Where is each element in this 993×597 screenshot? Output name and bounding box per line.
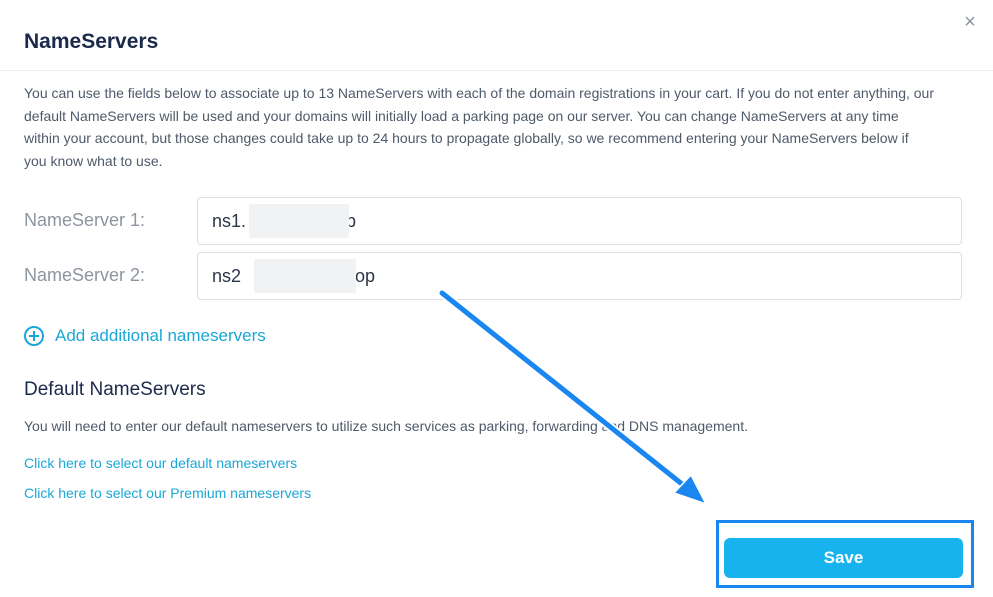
redaction-mask [254,259,356,293]
nameserver-row-2: NameServer 2: [24,252,964,302]
save-button[interactable]: Save [724,538,963,578]
plus-circle-icon [24,326,44,346]
nameserver-2-label: NameServer 2: [24,265,146,285]
redaction-mask [249,204,349,238]
close-icon[interactable]: × [960,12,980,32]
add-nameservers-label: Add additional nameservers [55,326,266,345]
add-nameservers-button[interactable]: Add additional nameservers [24,326,266,346]
nameservers-modal: × NameServers You can use the fields bel… [0,0,993,597]
nameserver-row-1: NameServer 1: [24,197,964,247]
nameserver-1-label: NameServer 1: [24,210,146,230]
default-nameservers-heading: Default NameServers [24,379,206,400]
modal-description: You can use the fields below to associat… [24,85,935,169]
title-divider [0,70,993,71]
select-default-nameservers-link[interactable]: Click here to select our default nameser… [24,455,297,471]
default-nameservers-note: You will need to enter our default names… [24,418,748,434]
select-premium-nameservers-link[interactable]: Click here to select our Premium nameser… [24,485,311,501]
modal-title: NameServers [24,30,159,53]
